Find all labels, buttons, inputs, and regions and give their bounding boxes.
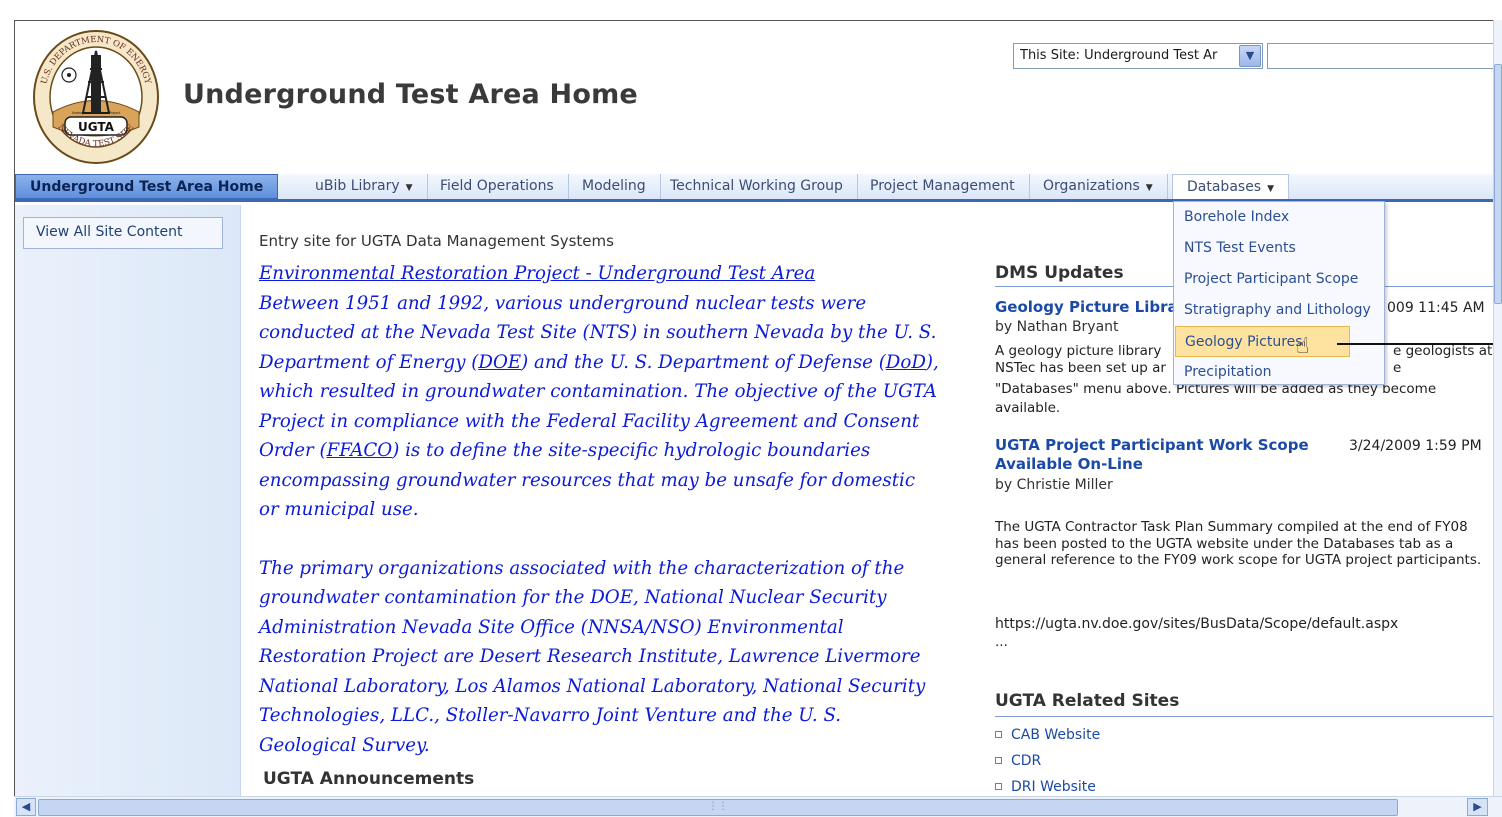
tab-label: Field Operations — [440, 178, 554, 194]
tab-label: Modeling — [582, 178, 646, 194]
search-scope-dropdown[interactable]: This Site: Underground Test Ar ▼ — [1013, 43, 1263, 69]
tab-label: Project Management — [870, 178, 1015, 194]
menu-item-project-participant-scope[interactable]: Project Participant Scope — [1174, 264, 1384, 295]
news-item-author: by Nathan Bryant — [995, 319, 1119, 335]
news-item-more[interactable]: ... — [995, 634, 1008, 651]
news-item-date: 009 11:45 AM — [1387, 300, 1485, 316]
search-input[interactable] — [1267, 43, 1502, 69]
news-item-desc: e — [1393, 360, 1402, 376]
tab-modeling[interactable]: Modeling — [568, 174, 661, 199]
doe-link[interactable]: DOE — [478, 352, 521, 373]
tab-home[interactable]: Underground Test Area Home — [15, 174, 279, 199]
dod-link[interactable]: DoD — [886, 352, 926, 373]
news-item-title[interactable]: UGTA Project Participant Work Scope — [995, 436, 1309, 454]
search-scope-value: This Site: Underground Test Ar — [1020, 48, 1218, 63]
caret-down-icon: ▼ — [405, 183, 413, 193]
hand-cursor-icon: ☝ — [1296, 334, 1310, 359]
related-site-link[interactable]: DRI Website — [995, 779, 1096, 795]
ugta-logo: UGTA Underground Test Area Project U.S. … — [33, 30, 159, 164]
bullet-icon — [995, 757, 1002, 764]
related-site-link[interactable]: CAB Website — [995, 727, 1100, 743]
news-item-desc: available. — [995, 400, 1061, 416]
browser-content-frame: UGTA Underground Test Area Project U.S. … — [14, 20, 1502, 796]
tab-databases[interactable]: Databases ▼ — [1172, 174, 1290, 199]
scroll-left-arrow-icon[interactable]: ◀ — [16, 798, 36, 816]
tab-technical-working-group[interactable]: Technical Working Group — [656, 174, 858, 199]
news-item-title[interactable]: Available On-Line — [995, 455, 1143, 473]
tab-label: Databases — [1187, 179, 1262, 195]
menu-item-nts-test-events[interactable]: NTS Test Events — [1174, 233, 1384, 264]
tab-label: Technical Working Group — [670, 178, 843, 194]
tab-field-operations[interactable]: Field Operations — [426, 174, 569, 199]
organizations-paragraph: The primary organizations associated wit… — [259, 557, 926, 756]
caret-down-icon: ▼ — [1145, 183, 1153, 193]
main-body: Environmental Restoration Project - Unde… — [259, 259, 939, 760]
project-title-link[interactable]: Environmental Restoration Project - Unde… — [259, 263, 815, 284]
news-item-desc: The UGTA Contractor Task Plan Summary co… — [995, 519, 1482, 568]
news-item-desc: NSTec has been set up ar — [995, 360, 1166, 376]
bullet-icon — [995, 783, 1002, 790]
news-item-url[interactable]: https://ugta.nv.doe.gov/sites/BusData/Sc… — [995, 616, 1398, 633]
related-site-label: CAB Website — [1011, 727, 1101, 743]
news-item-title[interactable]: Geology Picture Libra — [995, 298, 1178, 316]
menu-item-borehole-index[interactable]: Borehole Index — [1174, 202, 1384, 233]
scroll-right-arrow-icon[interactable]: ▶ — [1467, 798, 1488, 816]
vertical-scroll-thumb[interactable] — [1494, 64, 1502, 304]
tab-project-management[interactable]: Project Management — [856, 174, 1030, 199]
related-site-label: DRI Website — [1011, 779, 1096, 795]
announcements-heading: UGTA Announcements — [263, 769, 475, 789]
related-site-link[interactable]: CDR — [995, 753, 1041, 769]
caret-down-icon: ▼ — [1267, 184, 1275, 194]
related-site-label: CDR — [1011, 753, 1042, 769]
bullet-icon — [995, 731, 1002, 738]
chevron-down-icon[interactable]: ▼ — [1239, 45, 1261, 67]
related-sites-heading: UGTA Related Sites — [995, 691, 1493, 717]
tab-label: uBib Library — [315, 178, 400, 194]
news-item-desc: e geologists at — [1393, 343, 1493, 359]
top-navigation: Underground Test Area Home uBib Library ▼… — [15, 174, 1502, 202]
news-item-date: 3/24/2009 1:59 PM — [1349, 438, 1482, 454]
site-title[interactable]: Underground Test Area Home — [183, 79, 638, 110]
news-item-desc: A geology picture library — [995, 343, 1162, 359]
tab-organizations[interactable]: Organizations ▼ — [1029, 174, 1168, 199]
body-text: ) and the U. S. Department of Defense ( — [521, 351, 886, 373]
logo-center-text: UGTA — [78, 120, 115, 134]
databases-dropdown-menu: Borehole Index NTS Test Events Project P… — [1173, 201, 1385, 385]
ffaco-link[interactable]: FFACO — [327, 440, 393, 461]
horizontal-scroll-thumb[interactable]: ⋮⋮ — [38, 799, 1398, 816]
left-navigation: View All Site Content — [15, 205, 241, 796]
view-all-site-content-link[interactable]: View All Site Content — [23, 217, 223, 249]
menu-item-stratigraphy-lithology[interactable]: Stratigraphy and Lithology — [1174, 295, 1384, 326]
news-item-author: by Christie Miller — [995, 477, 1113, 493]
menu-item-precipitation[interactable]: Precipitation — [1174, 357, 1384, 388]
logo-small-text: Underground Test Area Project — [72, 111, 121, 115]
tab-ubib-library[interactable]: uBib Library ▼ — [301, 174, 428, 199]
entry-description: Entry site for UGTA Data Management Syst… — [259, 232, 614, 250]
menu-item-geology-pictures[interactable]: Geology Pictures — [1175, 326, 1350, 357]
callout-line — [1337, 343, 1502, 345]
tab-label: Underground Test Area Home — [30, 179, 264, 195]
tab-label: Organizations — [1043, 178, 1140, 194]
